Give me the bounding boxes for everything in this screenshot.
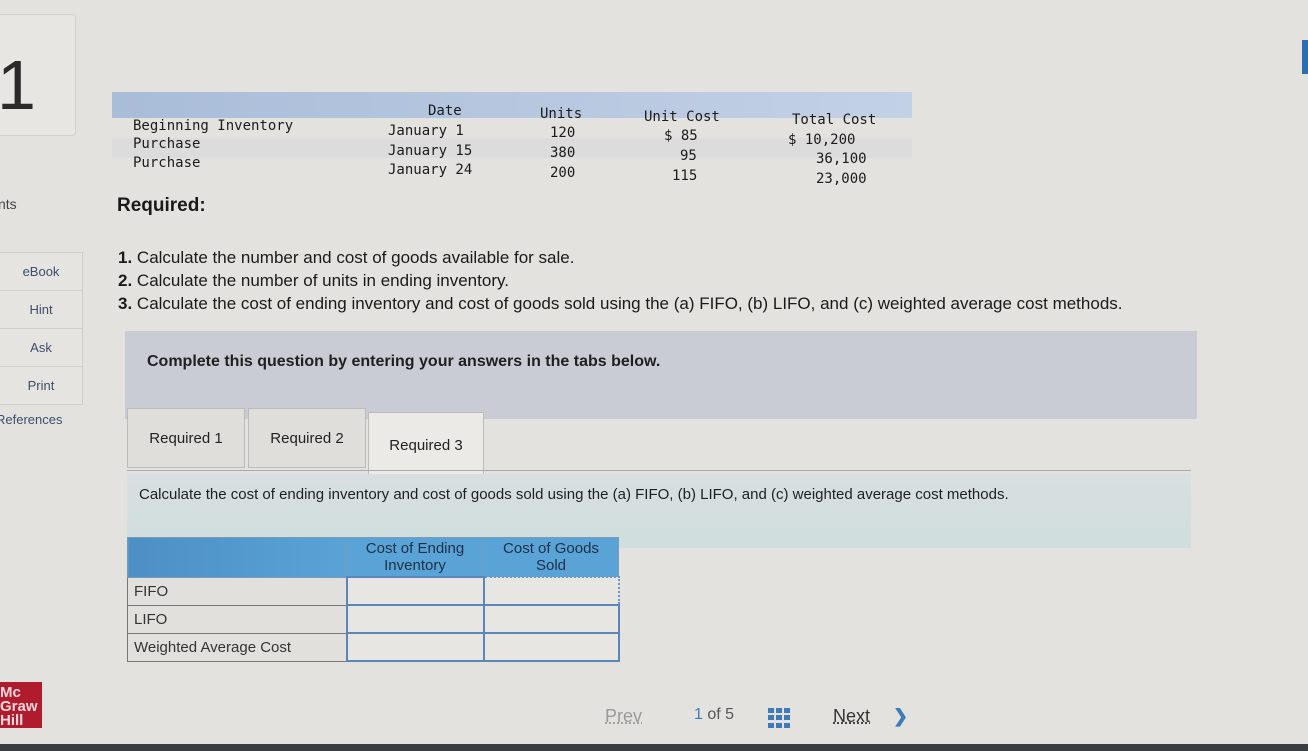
header-units: Units <box>540 106 583 122</box>
row-date: January 1 <box>388 123 464 139</box>
fifo-ending-inventory-cell <box>345 576 485 606</box>
sidebar-item-label: eBook <box>22 264 60 279</box>
weighted-ending-inventory-cell <box>345 632 485 662</box>
weighted-cogs-cell <box>482 632 620 662</box>
row-label-weighted-average: Weighted Average Cost <box>127 632 347 662</box>
weighted-ending-inventory-input[interactable] <box>347 635 483 659</box>
sidebar-item-ask[interactable]: Ask <box>0 328 83 367</box>
lifo-cogs-cell <box>482 604 620 634</box>
row-label-fifo: FIFO <box>127 576 347 606</box>
fifo-cogs-input[interactable] <box>484 579 618 603</box>
page-of: of <box>707 706 721 723</box>
header-cogs: Cost of Goods Sold <box>483 537 619 578</box>
current-page: 1 <box>694 706 703 723</box>
header-total-cost: Total Cost <box>792 112 877 128</box>
row-date: January 15 <box>388 143 473 159</box>
lifo-ending-inventory-cell <box>345 604 485 634</box>
mcgraw-hill-logo: Mc Graw Hill <box>0 682 42 728</box>
item-number: 3. <box>118 294 133 313</box>
header-date: Date <box>428 103 462 119</box>
chevron-right-icon[interactable]: ❯ <box>893 706 908 727</box>
row-label-lifo: LIFO <box>127 604 347 634</box>
taskbar <box>0 744 1308 751</box>
banner-text: Complete this question by entering your … <box>147 353 661 370</box>
weighted-cogs-input[interactable] <box>484 635 618 659</box>
table-row: LIFO <box>127 604 620 634</box>
blank-header <box>127 537 347 578</box>
table-row: FIFO <box>127 576 620 606</box>
page-indicator: 1 of 5 <box>694 706 734 724</box>
required-item: 2. Calculate the number of units in endi… <box>118 269 1123 292</box>
sidebar-item-references[interactable]: References <box>0 412 62 427</box>
lifo-ending-inventory-input[interactable] <box>347 607 483 631</box>
answer-table: Cost of Ending Inventory Cost of Goods S… <box>127 537 620 662</box>
total-pages: 5 <box>725 706 735 723</box>
tab-divider <box>127 470 1191 471</box>
tab-required-3[interactable]: Required 3 <box>368 412 484 477</box>
prev-button[interactable]: Prev <box>605 706 642 727</box>
answer-table-header: Cost of Ending Inventory Cost of Goods S… <box>127 537 619 578</box>
fifo-ending-inventory-input[interactable] <box>347 579 483 603</box>
item-number: 2. <box>118 271 133 290</box>
row-total-cost: 23,000 <box>816 171 867 187</box>
required-list: 1. Calculate the number and cost of good… <box>118 246 1123 315</box>
row-label: Purchase <box>133 136 201 152</box>
tab-required-2[interactable]: Required 2 <box>248 408 366 468</box>
table-row: Weighted Average Cost <box>127 632 620 662</box>
item-text: Calculate the number of units in ending … <box>136 271 509 290</box>
row-total-cost: $ 10,200 <box>788 132 856 148</box>
header-unit-cost: Unit Cost <box>644 109 720 125</box>
row-units: 380 <box>550 145 576 161</box>
row-unit-cost: $ 85 <box>664 128 698 144</box>
item-number: 1. <box>118 248 133 267</box>
next-button[interactable]: Next <box>833 706 870 727</box>
grid-icon[interactable] <box>768 708 790 728</box>
required-item: 3. Calculate the cost of ending inventor… <box>118 292 1123 315</box>
row-label: Beginning Inventory <box>133 118 294 134</box>
fifo-cogs-cell <box>482 576 620 606</box>
question-number-box: 1 <box>0 14 76 136</box>
instructions-banner: Complete this question by entering your … <box>125 331 1197 419</box>
row-unit-cost: 95 <box>680 148 697 164</box>
sidebar-item-label: Ask <box>30 340 52 355</box>
tab-required-1[interactable]: Required 1 <box>127 408 245 468</box>
row-unit-cost: 115 <box>672 168 698 184</box>
sidebar-item-label: Hint <box>29 302 53 317</box>
required-item: 1. Calculate the number and cost of good… <box>118 246 1123 269</box>
header-ending-inventory: Cost of Ending Inventory <box>346 537 484 578</box>
row-date: January 24 <box>388 162 473 178</box>
question-number: 1 <box>0 46 36 124</box>
row-units: 120 <box>550 125 576 141</box>
item-text: Calculate the number and cost of goods a… <box>136 248 575 267</box>
tab-instruction-text: Calculate the cost of ending inventory a… <box>139 486 1009 503</box>
lifo-cogs-input[interactable] <box>484 607 618 631</box>
sidebar-item-print[interactable]: Print <box>0 366 83 405</box>
row-label: Purchase <box>133 155 201 171</box>
required-heading: Required: <box>117 195 206 216</box>
row-total-cost: 36,100 <box>816 151 867 167</box>
sidebar-item-ebook[interactable]: eBook <box>0 252 83 291</box>
sidebar-item-hint[interactable]: Hint <box>0 290 83 329</box>
row-units: 200 <box>550 165 576 181</box>
edge-indicator <box>1302 40 1308 74</box>
item-text: Calculate the cost of ending inventory a… <box>136 294 1123 313</box>
logo-line: Hill <box>0 712 24 729</box>
points-label: nts <box>0 196 17 212</box>
sidebar-item-label: Print <box>27 378 55 393</box>
